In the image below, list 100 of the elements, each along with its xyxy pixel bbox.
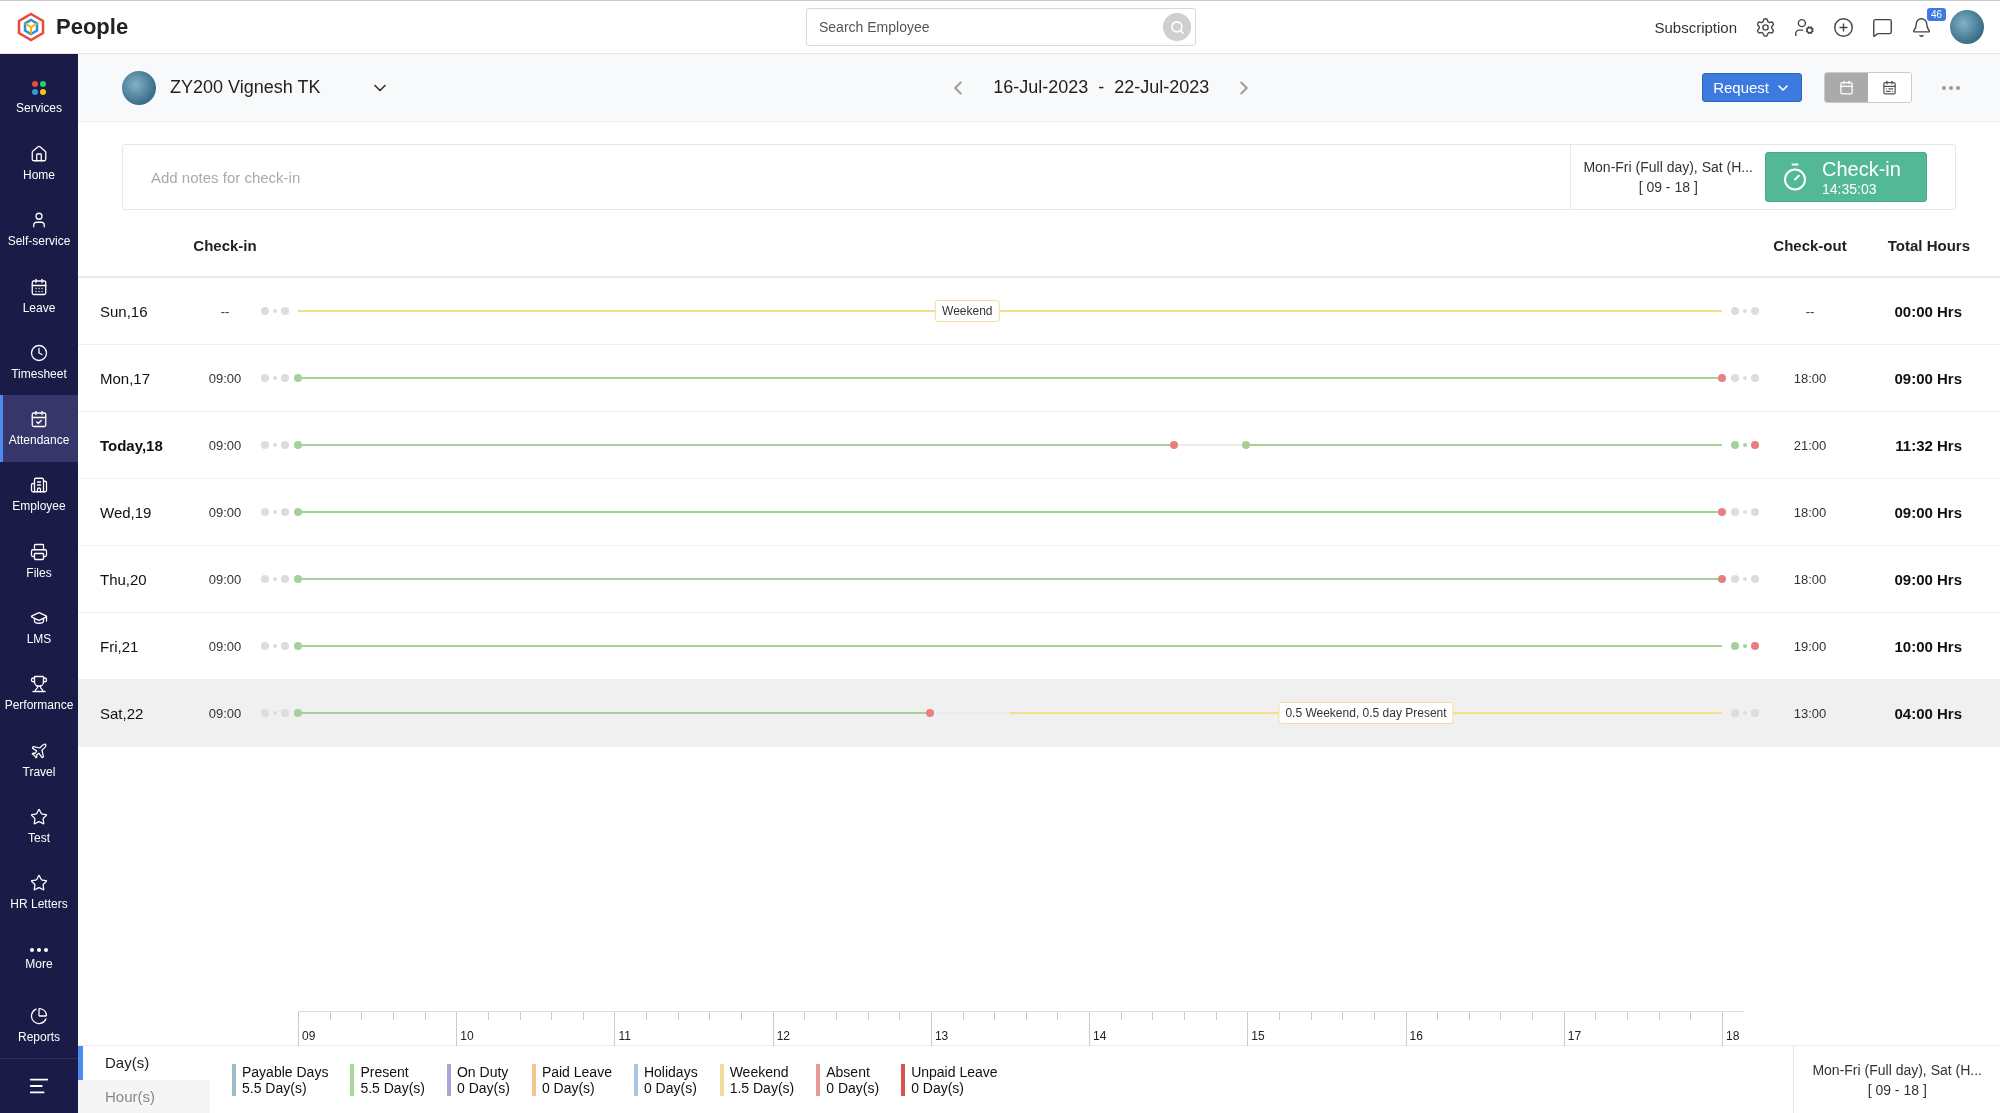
- check-in-marker: [294, 374, 302, 382]
- total-hours: 10:00 Hrs: [1894, 637, 1963, 655]
- sidebar-item[interactable]: Travel: [0, 726, 78, 794]
- start-dots-drawing: [260, 440, 290, 450]
- column-header: Check-in: [193, 236, 257, 254]
- check-in-marker: [294, 575, 302, 583]
- check-out-time: 18:00: [1793, 504, 1827, 520]
- check-in-marker: [294, 642, 302, 650]
- column-header: Total Hours: [1887, 236, 1970, 254]
- check-out-marker: [1718, 374, 1726, 382]
- sidebar-item[interactable]: LMS: [0, 594, 78, 661]
- check-in-marker: [294, 709, 302, 717]
- start-dots-drawing: [260, 373, 290, 383]
- total-hours: 09:00 Hrs: [1894, 369, 1963, 387]
- nav-icon: [30, 410, 48, 429]
- nav-icon: [30, 542, 48, 561]
- nav-icon: [30, 144, 48, 163]
- sidebar-item[interactable]: Timesheet: [0, 329, 78, 396]
- legend-label: Present: [360, 1063, 410, 1080]
- status-label: Weekend: [935, 300, 1000, 322]
- bell-icon[interactable]: [1911, 16, 1932, 38]
- check-out-time: 21:00: [1793, 437, 1827, 453]
- sidebar-item[interactable]: HR Letters: [0, 859, 78, 926]
- nav-icon: [30, 741, 48, 760]
- sidebar-item[interactable]: Leave: [0, 262, 78, 330]
- sidebar-item[interactable]: Self-service: [0, 196, 78, 263]
- legend-value: 5.5 Day(s): [242, 1079, 307, 1096]
- more-icon: [30, 947, 48, 952]
- check-out-time: 19:00: [1793, 638, 1827, 654]
- end-dots-drawing: [1730, 507, 1760, 517]
- axis-label: 16: [1409, 1029, 1423, 1043]
- end-dots-drawing: [1730, 306, 1760, 316]
- end-dots-drawing: [1730, 574, 1760, 584]
- nav-icon: [30, 609, 48, 627]
- calendar-icon: [1839, 80, 1854, 95]
- check-out-time: 13:00: [1793, 705, 1827, 721]
- start-dots-drawing: [260, 306, 290, 316]
- axis-label: 11: [618, 1029, 631, 1043]
- more-icon: [1942, 85, 1960, 90]
- check-in-time: 09:00: [208, 370, 242, 386]
- legend-label: On Duty: [456, 1063, 510, 1080]
- subscription-link[interactable]: Subscription: [1654, 18, 1737, 36]
- total-hours: 09:00 Hrs: [1894, 570, 1963, 588]
- legend-value: 0 Day(s): [456, 1079, 510, 1096]
- nav-icon: [30, 874, 48, 893]
- check-in-marker: [294, 441, 302, 449]
- legend-value: 0 Day(s): [643, 1079, 697, 1096]
- nav-icon: [30, 277, 48, 296]
- add-icon[interactable]: [1833, 16, 1854, 38]
- dots-icon: [31, 79, 47, 96]
- axis-label: 14: [1093, 1029, 1107, 1043]
- user-icon[interactable]: [1794, 16, 1815, 38]
- logo-icon: [16, 12, 46, 42]
- end-dots-drawing: [1730, 641, 1760, 651]
- week-view-button[interactable]: [1868, 73, 1911, 102]
- sidebar-item[interactable]: Reports: [0, 992, 78, 1059]
- legend-label: Paid Leave: [541, 1063, 612, 1080]
- sidebar-item[interactable]: More: [0, 925, 78, 993]
- check-in-marker: [294, 508, 302, 516]
- start-dots-drawing: [260, 574, 290, 584]
- axis-label: 18: [1726, 1029, 1740, 1043]
- avatar[interactable]: [1950, 10, 1984, 44]
- shift-name: Mon-Fri (Full day), Sat (H...: [1583, 159, 1753, 175]
- legend-label: Weekend: [729, 1063, 790, 1080]
- search-field[interactable]: Search Employee: [806, 8, 1196, 46]
- total-hours: 11:32 Hrs: [1895, 436, 1963, 454]
- pie-chart-icon: [30, 1006, 48, 1025]
- request-button[interactable]: Request: [1702, 73, 1802, 102]
- sidebar-item[interactable]: Home: [0, 130, 78, 197]
- date-range: 16-Jul-2023 - 22-Jul-2023: [993, 77, 1210, 98]
- column-header: Check-out: [1773, 236, 1847, 254]
- notes-field[interactable]: Add notes for check-in: [123, 145, 1571, 209]
- sidebar-item[interactable]: Performance: [0, 660, 78, 727]
- nav-icon: [30, 476, 48, 495]
- check-out-time: --: [1805, 303, 1815, 319]
- sidebar-item[interactable]: Test: [0, 793, 78, 860]
- start-dots-drawing: [260, 507, 290, 517]
- nav-icon: [30, 343, 48, 362]
- legend-label: Holidays: [643, 1063, 698, 1080]
- day-label: Fri,21: [100, 637, 140, 655]
- sidebar-item[interactable]: Files: [0, 528, 78, 595]
- legend-value: 0 Day(s): [911, 1079, 966, 1096]
- check-in-bar[interactable]: Add notes for check-in Mon-Fri (Full day), Sat (H... [ 09 - 18 ] Check-in 14:35:03: [122, 144, 1956, 210]
- check-in-time: 09:00: [208, 571, 242, 587]
- day-label: Sun,16: [100, 302, 149, 320]
- axis-label: 12: [776, 1029, 790, 1043]
- sidebar-item[interactable]: Services: [0, 64, 78, 131]
- sidebar-item[interactable]: Attendance: [0, 395, 78, 462]
- end-dots-drawing: [1730, 440, 1760, 450]
- settings-icon[interactable]: [1755, 16, 1776, 38]
- axis-label: 17: [1567, 1029, 1582, 1043]
- day-label: Sat,22: [100, 704, 145, 722]
- axis-label: 13: [934, 1029, 949, 1043]
- check-out-marker: [1169, 441, 1178, 449]
- legend-value: 0 Day(s): [541, 1079, 596, 1096]
- legend-label: Payable Days: [242, 1063, 329, 1080]
- sidebar-item[interactable]: Employee: [0, 461, 78, 529]
- legend-label: Unpaid Leave: [911, 1063, 998, 1080]
- legend-label: Absent: [826, 1063, 871, 1080]
- total-hours: 09:00 Hrs: [1894, 503, 1963, 521]
